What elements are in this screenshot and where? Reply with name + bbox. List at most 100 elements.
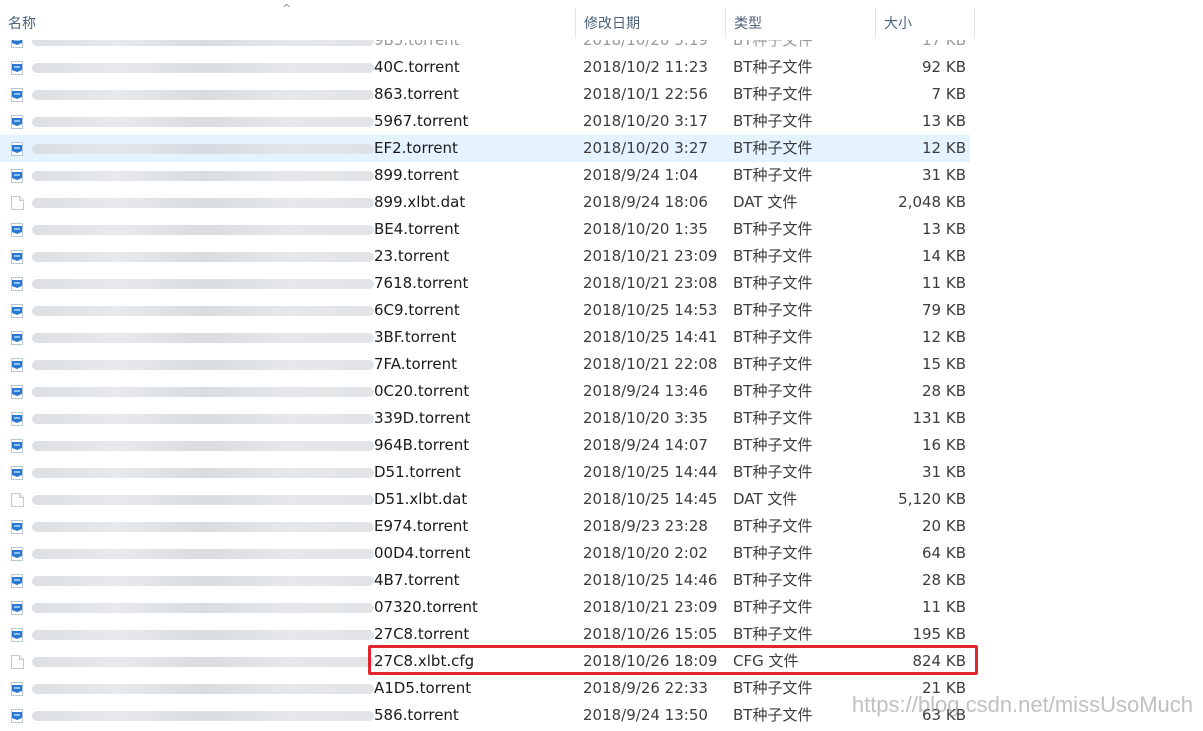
file-list[interactable]: 9B5.torrent 2018/10/20 3:19 BT种子文件 17 KB 40C…: [0, 27, 975, 729]
file-date-modified: 2018/10/20 3:35: [583, 409, 708, 427]
file-name: D51.torrent: [374, 463, 461, 481]
file-type: BT种子文件: [733, 301, 813, 319]
file-type: BT种子文件: [733, 274, 813, 292]
file-row[interactable]: 27C8.torrent 2018/10/26 15:05 BT种子文件 195 KB: [0, 621, 975, 648]
redacted-filename-prefix: [32, 360, 374, 370]
file-name: 40C.torrent: [374, 58, 460, 76]
redacted-filename-prefix: [32, 576, 374, 586]
file-row-highlighted[interactable]: 27C8.xlbt.cfg 2018/10/26 18:09 CFG 文件 824 K…: [0, 648, 975, 675]
torrent-file-icon: [11, 60, 24, 75]
file-name: EF2.torrent: [374, 139, 458, 157]
file-type: BT种子文件: [733, 328, 813, 346]
torrent-file-icon: [11, 276, 24, 291]
column-header-name[interactable]: 名称: [0, 8, 575, 38]
file-type: DAT 文件: [733, 193, 798, 211]
file-row[interactable]: BE4.torrent 2018/10/20 1:35 BT种子文件 13 KB: [0, 216, 975, 243]
column-header-bar: ^ 名称 修改日期 类型 大小: [0, 0, 975, 40]
file-date-modified: 2018/10/20 2:02: [583, 544, 708, 562]
torrent-file-icon: [11, 681, 24, 696]
redacted-filename-prefix: [32, 171, 374, 181]
file-size: 15 KB: [922, 355, 966, 373]
torrent-file-icon: [11, 87, 24, 102]
file-name: D51.xlbt.dat: [374, 490, 468, 508]
torrent-file-icon: [11, 330, 24, 345]
redacted-filename-prefix: [32, 684, 374, 694]
file-explorer-window: 9B5.torrent 2018/10/20 3:19 BT种子文件 17 KB 40C…: [0, 0, 1203, 731]
file-row[interactable]: 5967.torrent 2018/10/20 3:17 BT种子文件 13 KB: [0, 108, 975, 135]
torrent-file-icon: [11, 357, 24, 372]
file-row[interactable]: D51.xlbt.dat 2018/10/25 14:45 DAT 文件 5,120 …: [0, 486, 975, 513]
file-row[interactable]: 00D4.torrent 2018/10/20 2:02 BT种子文件 64 KB: [0, 540, 975, 567]
redacted-filename-prefix: [32, 63, 374, 73]
torrent-file-icon: [11, 384, 24, 399]
file-row[interactable]: 23.torrent 2018/10/21 23:09 BT种子文件 14 KB: [0, 243, 975, 270]
column-header-size[interactable]: 大小: [875, 8, 975, 38]
file-size: 16 KB: [922, 436, 966, 454]
column-header-type[interactable]: 类型: [725, 8, 875, 38]
file-row[interactable]: 339D.torrent 2018/10/20 3:35 BT种子文件 131 KB: [0, 405, 975, 432]
file-row[interactable]: 899.torrent 2018/9/24 1:04 BT种子文件 31 KB: [0, 162, 975, 189]
blank-file-icon: [11, 654, 24, 669]
file-row[interactable]: 863.torrent 2018/10/1 22:56 BT种子文件 7 KB: [0, 81, 975, 108]
redacted-filename-prefix: [32, 387, 374, 397]
file-row[interactable]: 964B.torrent 2018/9/24 14:07 BT种子文件 16 KB: [0, 432, 975, 459]
file-row[interactable]: 7618.torrent 2018/10/21 23:08 BT种子文件 11 KB: [0, 270, 975, 297]
file-row-selected[interactable]: EF2.torrent 2018/10/20 3:27 BT种子文件 12 KB: [0, 135, 970, 162]
file-row[interactable]: 7FA.torrent 2018/10/21 22:08 BT种子文件 15 KB: [0, 351, 975, 378]
file-row[interactable]: 586.torrent 2018/9/24 13:50 BT种子文件 63 KB: [0, 702, 975, 729]
file-name: 07320.torrent: [374, 598, 478, 616]
file-type: BT种子文件: [733, 382, 813, 400]
file-type: BT种子文件: [733, 625, 813, 643]
file-date-modified: 2018/10/1 22:56: [583, 85, 708, 103]
file-size: 31 KB: [922, 166, 966, 184]
file-date-modified: 2018/10/20 1:35: [583, 220, 708, 238]
torrent-file-icon: [11, 546, 24, 561]
file-name: 27C8.xlbt.cfg: [374, 652, 475, 670]
file-type: BT种子文件: [733, 247, 813, 265]
file-date-modified: 2018/10/26 15:05: [583, 625, 718, 643]
file-type: BT种子文件: [733, 598, 813, 616]
file-name: 7618.torrent: [374, 274, 469, 292]
file-row[interactable]: 07320.torrent 2018/10/21 23:09 BT种子文件 11 KB: [0, 594, 975, 621]
file-row[interactable]: 0C20.torrent 2018/9/24 13:46 BT种子文件 28 KB: [0, 378, 975, 405]
torrent-file-icon: [11, 141, 24, 156]
redacted-filename-prefix: [32, 414, 374, 424]
file-row[interactable]: A1D5.torrent 2018/9/26 22:33 BT种子文件 21 KB: [0, 675, 975, 702]
redacted-filename-prefix: [32, 549, 374, 559]
file-size: 79 KB: [922, 301, 966, 319]
redacted-filename-prefix: [32, 225, 374, 235]
file-date-modified: 2018/9/23 23:28: [583, 517, 708, 535]
file-row[interactable]: 40C.torrent 2018/10/2 11:23 BT种子文件 92 KB: [0, 54, 975, 81]
file-row[interactable]: 6C9.torrent 2018/10/25 14:53 BT种子文件 79 KB: [0, 297, 975, 324]
file-type: BT种子文件: [733, 166, 813, 184]
file-type: DAT 文件: [733, 490, 798, 508]
torrent-file-icon: [11, 627, 24, 642]
file-date-modified: 2018/10/20 3:17: [583, 112, 708, 130]
redacted-filename-prefix: [32, 441, 374, 451]
torrent-file-icon: [11, 168, 24, 183]
file-date-modified: 2018/10/25 14:53: [583, 301, 718, 319]
file-row[interactable]: D51.torrent 2018/10/25 14:44 BT种子文件 31 KB: [0, 459, 975, 486]
file-row[interactable]: E974.torrent 2018/9/23 23:28 BT种子文件 20 KB: [0, 513, 975, 540]
column-header-date-modified[interactable]: 修改日期: [575, 8, 725, 38]
file-date-modified: 2018/9/24 13:46: [583, 382, 708, 400]
file-row[interactable]: 3BF.torrent 2018/10/25 14:41 BT种子文件 12 KB: [0, 324, 975, 351]
file-name: 964B.torrent: [374, 436, 470, 454]
redacted-filename-prefix: [32, 279, 374, 289]
file-size: 824 KB: [912, 652, 966, 670]
file-type: BT种子文件: [733, 139, 813, 157]
file-size: 28 KB: [922, 382, 966, 400]
redacted-filename-prefix: [32, 144, 374, 154]
file-size: 195 KB: [912, 625, 966, 643]
redacted-filename-prefix: [32, 252, 374, 262]
file-type: BT种子文件: [733, 220, 813, 238]
file-date-modified: 2018/10/2 11:23: [583, 58, 708, 76]
file-type: CFG 文件: [733, 652, 799, 670]
file-name: 863.torrent: [374, 85, 459, 103]
file-row[interactable]: 899.xlbt.dat 2018/9/24 18:06 DAT 文件 2,048 K…: [0, 189, 975, 216]
file-date-modified: 2018/10/21 23:09: [583, 598, 718, 616]
file-name: 5967.torrent: [374, 112, 469, 130]
file-date-modified: 2018/9/24 13:50: [583, 706, 708, 724]
file-date-modified: 2018/10/26 18:09: [583, 652, 718, 670]
file-row[interactable]: 4B7.torrent 2018/10/25 14:46 BT种子文件 28 KB: [0, 567, 975, 594]
